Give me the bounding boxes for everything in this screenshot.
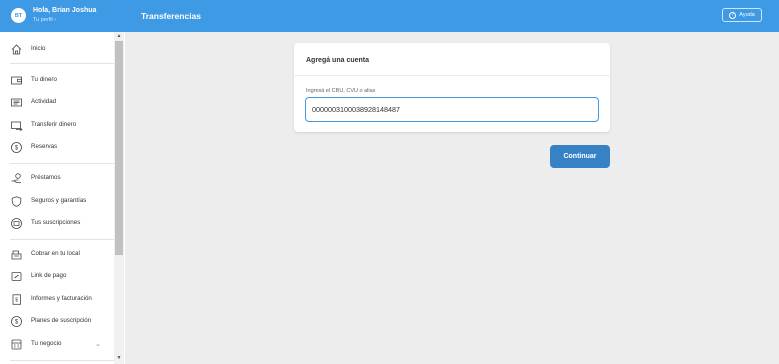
svg-text:$: $ [15, 298, 18, 304]
sidebar-item-tu-dinero[interactable]: Tu dinero [0, 71, 114, 89]
sidebar-divider [10, 360, 114, 361]
sidebar-item-label: Inicio [31, 45, 46, 52]
card-title: Agregá una cuenta [306, 57, 370, 64]
sidebar-item-actividad[interactable]: Actividad [0, 93, 114, 111]
link-icon [10, 270, 23, 283]
loans-icon [10, 172, 23, 185]
sidebar-item-label: Transferir dinero [31, 121, 77, 128]
sidebar-item-label: Tus suscripciones [31, 219, 81, 226]
sidebar-item-reservas[interactable]: $ Reservas [0, 138, 114, 156]
svg-text:$: $ [15, 146, 19, 152]
sidebar: Inicio Tu dinero Actividad Transferir di… [0, 32, 125, 364]
scroll-down-arrow-icon[interactable]: ▼ [115, 355, 123, 362]
profile-link-label[interactable]: Tu perfil [33, 17, 53, 23]
report-icon: $ [10, 293, 23, 306]
sidebar-item-seguros-y-garantias[interactable]: Seguros y garantías [0, 192, 114, 210]
plans-icon: $ [10, 315, 23, 328]
sidebar-item-label: Reservas [31, 143, 58, 150]
sidebar-item-tu-negocio[interactable]: Tu negocio ⌄ [0, 335, 114, 353]
subscriptions-icon [10, 217, 23, 230]
sidebar-item-label: Seguros y garantías [31, 197, 87, 204]
chevron-down-icon: ⌄ [95, 341, 101, 348]
sidebar-divider [10, 163, 114, 164]
account-input[interactable] [305, 97, 599, 122]
sidebar-item-label: Tu dinero [31, 76, 57, 83]
add-account-card: Agregá una cuenta Ingresá el CBU, CVU o … [294, 43, 610, 132]
sidebar-item-label: Actividad [31, 98, 57, 105]
continue-button[interactable]: Continuar [550, 145, 610, 168]
profile-link[interactable]: Tu perfil › [33, 17, 56, 23]
sidebar-item-label: Planes de suscripción [31, 317, 92, 324]
home-icon [10, 43, 23, 56]
sidebar-item-label: Cobrar en tu local [31, 250, 80, 257]
sidebar-item-label: Link de pago [31, 272, 67, 279]
card-divider [294, 75, 610, 76]
sidebar-item-cobrar-en-tu-local[interactable]: Cobrar en tu local [0, 245, 114, 263]
sidebar-item-label: Informes y facturación [31, 295, 92, 302]
scrollbar-thumb[interactable] [115, 41, 123, 255]
sidebar-item-tus-suscripciones[interactable]: Tus suscripciones [0, 214, 114, 232]
help-button[interactable]: ? Ayuda [722, 8, 762, 22]
sidebar-item-informes-y-facturacion[interactable]: $ Informes y facturación [0, 290, 114, 308]
activity-icon [10, 96, 23, 109]
user-menu[interactable]: BT Hola, Brian Joshua Tu perfil › [0, 0, 125, 32]
sidebar-item-link-de-pago[interactable]: Link de pago [0, 267, 114, 285]
sidebar-item-label: Préstamos [31, 174, 61, 181]
greeting: Hola, Brian Joshua [33, 7, 97, 14]
sidebar-item-transferir-dinero[interactable]: Transferir dinero [0, 116, 114, 134]
chevron-right-icon: › [54, 17, 57, 23]
register-icon [10, 248, 23, 261]
sidebar-item-prestamos[interactable]: Préstamos [0, 169, 114, 187]
sidebar-item-inicio[interactable]: Inicio [0, 40, 114, 58]
sidebar-item-planes-de-suscripcion[interactable]: $ Planes de suscripción [0, 312, 114, 330]
wallet-icon [10, 74, 23, 87]
scroll-up-arrow-icon[interactable]: ▲ [115, 33, 123, 40]
help-label: Ayuda [739, 12, 755, 18]
transfer-icon [10, 119, 23, 132]
savings-icon: $ [10, 141, 23, 154]
avatar[interactable]: BT [11, 8, 26, 23]
business-icon [10, 338, 23, 351]
sidebar-item-label: Tu negocio [31, 340, 62, 347]
page-title: Transferencias [141, 11, 202, 21]
question-icon: ? [729, 11, 737, 19]
sidebar-divider [10, 239, 114, 240]
svg-text:$: $ [15, 320, 19, 326]
account-field-label: Ingresá el CBU, CVU o alias [306, 88, 376, 94]
sidebar-divider [10, 63, 114, 64]
shield-icon [10, 195, 23, 208]
